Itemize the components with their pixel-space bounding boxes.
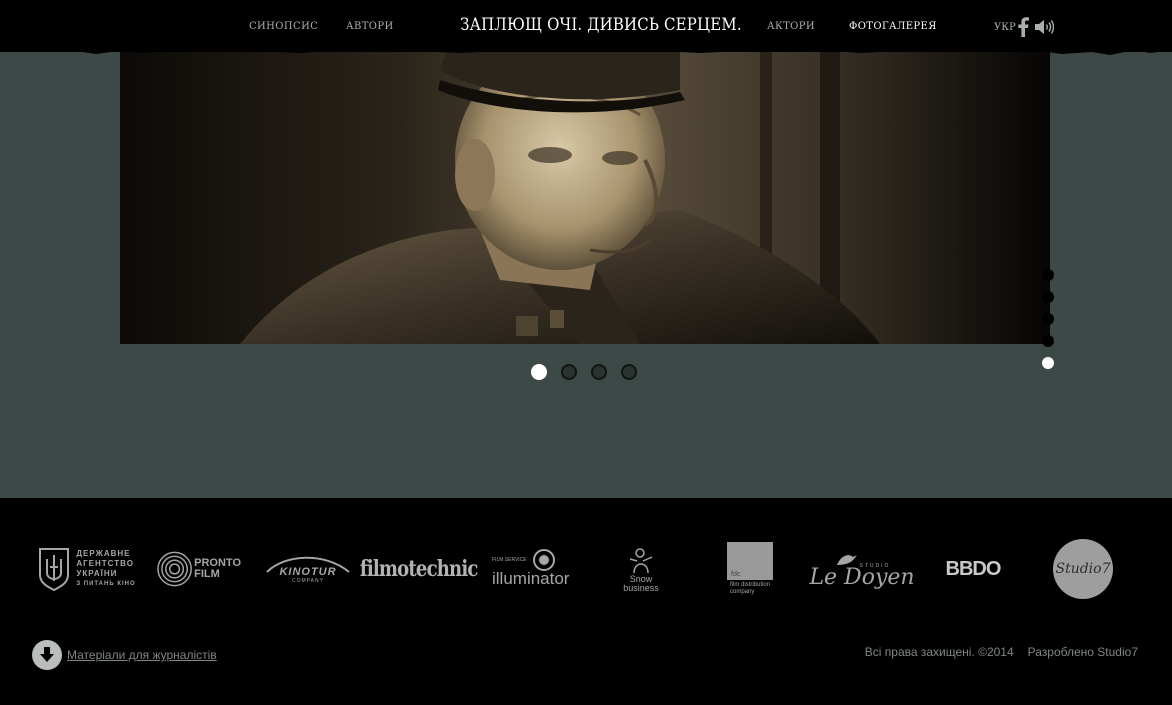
partner-logo-le-doyen[interactable]: STUDIO Le Doyen <box>809 538 915 600</box>
side-dot-4[interactable] <box>1042 335 1054 347</box>
side-dot-2[interactable] <box>1042 291 1054 303</box>
partner-logo-film-distribution[interactable]: fdc film distribution company <box>722 538 778 600</box>
pagination-dot-4[interactable] <box>621 364 637 380</box>
partner-logo-studio7[interactable]: Studio7 <box>1052 538 1114 600</box>
logo-text: FILM <box>194 568 220 580</box>
side-dot-5[interactable] <box>1042 357 1054 369</box>
site-header: СИНОПСИС АВТОРИ ЗАПЛЮЩ ОЧІ. ДИВИСЬ СЕРЦЕ… <box>0 0 1172 52</box>
logo-text: KINOTUR <box>279 566 337 578</box>
partner-logo-state-film-agency[interactable]: ДЕРЖАВНЕ АГЕНТСТВО УКРАЇНИ З ПИТАНЬ КІНО <box>36 538 138 600</box>
logo-text: Le Doyen <box>809 564 915 590</box>
partner-logo-bbdo[interactable]: BBDO <box>940 538 1006 600</box>
pagination-dot-3[interactable] <box>591 364 607 380</box>
logo-text: Studio7 <box>1055 561 1111 577</box>
pagination-dot-1[interactable] <box>531 364 547 380</box>
nav-authors[interactable]: АВТОРИ <box>346 21 394 32</box>
site-footer: ДЕРЖАВНЕ АГЕНТСТВО УКРАЇНИ З ПИТАНЬ КІНО… <box>0 498 1172 705</box>
logo-text: fdc <box>731 571 741 578</box>
logo-text: З ПИТАНЬ КІНО <box>76 581 136 587</box>
side-navigation <box>1042 268 1056 372</box>
rights-text: Всі права захищені. ©2014 <box>864 645 1014 659</box>
sound-icon[interactable] <box>1034 18 1054 36</box>
logo-text: filmotechnic <box>360 556 478 582</box>
gallery-photo[interactable] <box>120 40 1050 344</box>
facebook-icon[interactable] <box>1017 17 1029 37</box>
vinyl-icon <box>157 551 192 587</box>
developer-link[interactable]: Разроблено Studio7 <box>1028 645 1138 659</box>
camera-lens-icon <box>532 549 555 571</box>
logo-text: business <box>623 583 659 593</box>
trident-icon <box>39 548 70 591</box>
press-materials-label[interactable]: Матеріали для журналістів <box>67 648 217 662</box>
copyright: Всі права захищені. ©2014 Разроблено Stud… <box>865 645 1138 659</box>
logo-text: company <box>729 589 755 595</box>
nav-actors[interactable]: АКТОРИ <box>767 21 815 32</box>
partner-logo-snow-business[interactable]: Snow business <box>614 538 668 600</box>
logo-text: FILM SERVICE <box>492 557 527 563</box>
nav-photogallery[interactable]: ФОТОГАЛЕРЕЯ <box>849 21 937 32</box>
partner-logo-filmotechnic[interactable]: filmotechnic <box>360 538 478 600</box>
download-icon[interactable] <box>32 640 62 670</box>
logo-text: BBDO <box>945 557 1002 580</box>
site-title[interactable]: ЗАПЛЮЩ ОЧІ. ДИВИСЬ СЕРЦЕМ. <box>460 15 742 35</box>
logo-text: film distribution <box>729 582 770 588</box>
language-switch[interactable]: УКР <box>994 22 1016 33</box>
partner-logo-kinotur[interactable]: KINOTUR COMPANY <box>264 538 352 600</box>
press-materials-link[interactable]: Матеріали для журналістів <box>32 640 217 670</box>
pagination-dot-2[interactable] <box>561 364 577 380</box>
partner-logo-illuminator[interactable]: FILM SERVICE illuminator <box>492 538 572 600</box>
logo-text: COMPANY <box>292 578 324 584</box>
side-dot-3[interactable] <box>1042 313 1054 325</box>
logo-text: УКРАЇНИ <box>76 569 118 578</box>
logo-text: АГЕНТСТВО <box>76 559 134 568</box>
logo-text: illuminator <box>492 569 570 588</box>
partner-logo-pronto-film[interactable]: PRONTO FILM <box>157 538 241 600</box>
nav-synopsis[interactable]: СИНОПСИС <box>249 21 318 32</box>
snowman-icon <box>629 548 653 574</box>
side-dot-1[interactable] <box>1042 269 1054 281</box>
logo-text: ДЕРЖАВНЕ <box>76 549 131 558</box>
